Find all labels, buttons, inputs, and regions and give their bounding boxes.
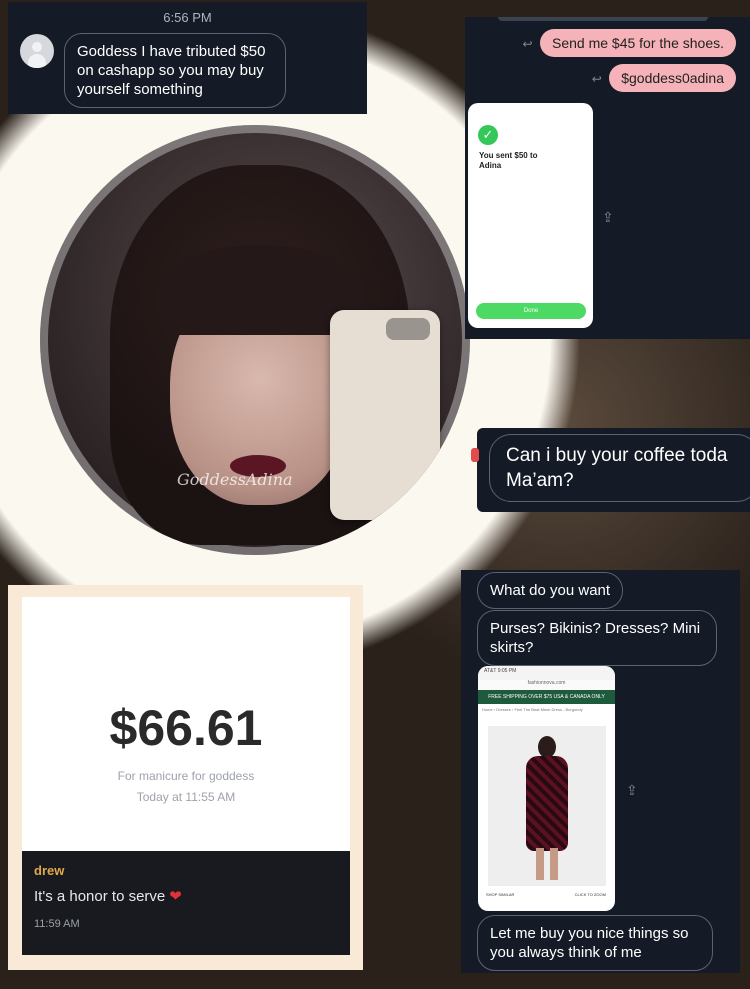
share-icon[interactable]: ⇪ xyxy=(602,209,614,226)
reply-icon[interactable]: ↩ xyxy=(589,72,605,86)
selfie-photo: GoddessAdina xyxy=(40,125,470,555)
avatar-icon xyxy=(20,34,54,68)
status-bar: AT&T 9:05 PM xyxy=(478,666,615,680)
checkmark-icon: ✓ xyxy=(478,125,498,145)
dm-card-tribute: 6:56 PM Goddess I have tributed $50 on c… xyxy=(8,2,367,114)
dm-card-cashapp: ↩ Send me $45 for the shoes. ↩ $goddess0… xyxy=(465,17,750,339)
heart-icon: ❤ xyxy=(169,888,182,905)
avatar-head xyxy=(32,42,42,52)
message-bubble-1: What do you want xyxy=(477,572,624,609)
reply-icon[interactable]: ↩ xyxy=(520,37,536,51)
chat-message: drew It's a honor to serve ❤ 11:59 AM xyxy=(22,851,350,955)
cashtag-bubble: $goddess0adina xyxy=(609,64,736,92)
avatar-body xyxy=(28,54,46,68)
phone-in-hand xyxy=(330,310,440,520)
payment-note: For manicure for goddess xyxy=(117,769,255,783)
leg xyxy=(536,848,544,880)
leg xyxy=(550,848,558,880)
message-bubble-2: Purses? Bikinis? Dresses? Mini skirts? xyxy=(477,610,717,666)
message-bubble: Goddess I have tributed $50 on cashapp s… xyxy=(64,33,286,108)
model-head xyxy=(538,736,556,758)
prior-message-edge xyxy=(498,17,708,21)
dress xyxy=(526,756,568,851)
message-bubble-3: Let me buy you nice things so you always… xyxy=(477,915,713,971)
shop-screenshot[interactable]: AT&T 9:05 PM fashionnova.com FREE SHIPPI… xyxy=(478,666,615,911)
dm-card-coffee: Can i buy your coffee toda Ma’am? xyxy=(471,428,750,512)
payment-card-manicure: $66.61 For manicure for goddess Today at… xyxy=(8,585,363,970)
payment-time: Today at 11:55 AM xyxy=(136,790,236,804)
payment-receipt-screenshot: ✓ You sent $50 to Adina Done xyxy=(468,103,593,328)
message-bubble: Can i buy your coffee toda Ma’am? xyxy=(489,434,750,502)
reply-row-2: ↩ $goddess0adina xyxy=(589,64,736,92)
message-text: It's a honor to serve ❤ xyxy=(34,887,182,905)
model xyxy=(518,736,576,881)
payment-amount: $66.61 xyxy=(109,700,263,756)
reply-row-1: ↩ Send me $45 for the shoes. xyxy=(520,29,736,57)
shop-similar-button[interactable]: SHOP SIMILAR xyxy=(486,892,514,897)
share-icon[interactable]: ⇪ xyxy=(626,782,638,799)
payment-summary: $66.61 For manicure for goddess Today at… xyxy=(22,597,350,854)
message-body: It's a honor to serve xyxy=(34,888,166,905)
camera-lens xyxy=(386,318,430,340)
dm-card-shopping: What do you want Purses? Bikinis? Dresse… xyxy=(461,570,740,973)
message-time: 11:59 AM xyxy=(34,918,80,930)
unread-indicator xyxy=(471,448,479,462)
done-button[interactable]: Done xyxy=(476,303,586,319)
receipt-text: You sent $50 to Adina xyxy=(479,151,538,170)
reply-bubble: Send me $45 for the shoes. xyxy=(540,29,736,57)
breadcrumb: Home › Dresses › Feel The Beat Mesh Dres… xyxy=(482,707,583,712)
message-time: 6:56 PM xyxy=(163,10,212,25)
url-bar: fashionnova.com xyxy=(478,680,615,690)
promo-banner: FREE SHIPPING OVER $75 USA & CANADA ONLY xyxy=(478,690,615,704)
product-actions: SHOP SIMILAR CLICK TO ZOOM xyxy=(486,892,606,897)
sender-name: drew xyxy=(34,863,65,878)
product-image xyxy=(488,726,606,886)
watermark: GoddessAdina xyxy=(177,470,293,489)
click-to-zoom-button[interactable]: CLICK TO ZOOM xyxy=(575,892,606,897)
